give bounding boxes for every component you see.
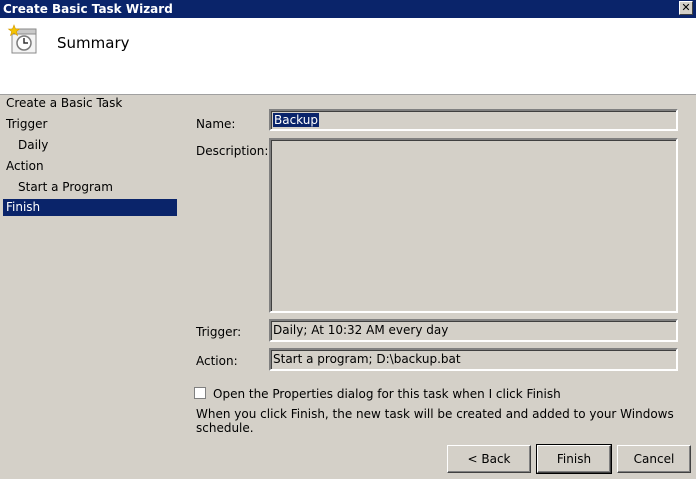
- name-label: Name:: [196, 117, 236, 131]
- name-value: Backup: [273, 113, 319, 127]
- back-button[interactable]: < Back: [447, 445, 531, 473]
- info-text: When you click Finish, the new task will…: [196, 407, 674, 435]
- description-field[interactable]: [269, 138, 678, 313]
- title-bar: Create Basic Task Wizard ✕: [0, 0, 696, 18]
- trigger-field[interactable]: Daily; At 10:32 AM every day: [269, 319, 678, 342]
- open-properties-label[interactable]: Open the Properties dialog for this task…: [213, 387, 561, 401]
- sidebar-item-finish[interactable]: Finish: [3, 199, 177, 216]
- name-field[interactable]: Backup: [269, 109, 678, 131]
- wizard-header: Summary: [0, 18, 696, 95]
- wizard-step-list: Create a Basic Task Trigger Daily Action…: [0, 95, 180, 435]
- finish-button[interactable]: Finish: [536, 444, 612, 474]
- sidebar-item-create-task[interactable]: Create a Basic Task: [6, 95, 122, 112]
- action-label: Action:: [196, 354, 238, 368]
- sidebar-item-start-program[interactable]: Start a Program: [18, 179, 113, 196]
- close-button[interactable]: ✕: [679, 1, 693, 15]
- cancel-button[interactable]: Cancel: [617, 445, 691, 473]
- task-clock-icon: [7, 24, 37, 54]
- page-title: Summary: [57, 34, 130, 52]
- sidebar-item-trigger[interactable]: Trigger: [6, 116, 47, 133]
- window-title: Create Basic Task Wizard: [3, 2, 173, 16]
- description-label: Description:: [196, 144, 269, 158]
- trigger-label: Trigger:: [196, 325, 242, 339]
- open-properties-checkbox[interactable]: [194, 387, 206, 399]
- sidebar-item-daily[interactable]: Daily: [18, 137, 48, 154]
- action-field[interactable]: Start a program; D:\backup.bat: [269, 348, 678, 371]
- sidebar-item-action[interactable]: Action: [6, 158, 44, 175]
